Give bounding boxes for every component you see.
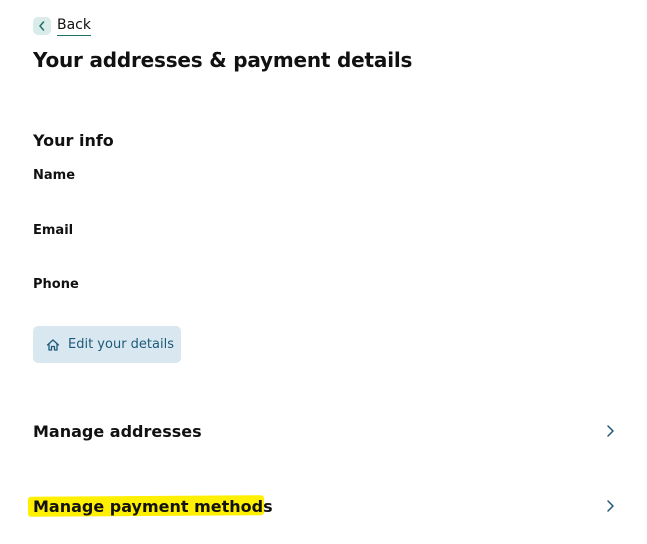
- manage-addresses-label: Manage addresses: [33, 421, 202, 441]
- home-icon: [46, 338, 60, 352]
- chevron-right-icon: [605, 499, 615, 513]
- name-label: Name: [33, 168, 76, 183]
- your-info-heading: Your info: [33, 131, 114, 150]
- back-link[interactable]: Back: [33, 16, 91, 36]
- back-label: Back: [57, 16, 91, 36]
- manage-addresses-row[interactable]: Manage addresses: [33, 417, 619, 445]
- page-title: Your addresses & payment details: [33, 48, 413, 72]
- manage-payment-methods-label: Manage payment methods: [33, 496, 273, 516]
- email-label: Email: [33, 223, 74, 238]
- edit-details-label: Edit your details: [68, 337, 174, 352]
- phone-label: Phone: [33, 277, 79, 292]
- chevron-left-icon: [33, 17, 51, 35]
- manage-payment-methods-row[interactable]: Manage payment methods: [27, 492, 619, 520]
- edit-details-button[interactable]: Edit your details: [33, 326, 181, 363]
- chevron-right-icon: [605, 424, 615, 438]
